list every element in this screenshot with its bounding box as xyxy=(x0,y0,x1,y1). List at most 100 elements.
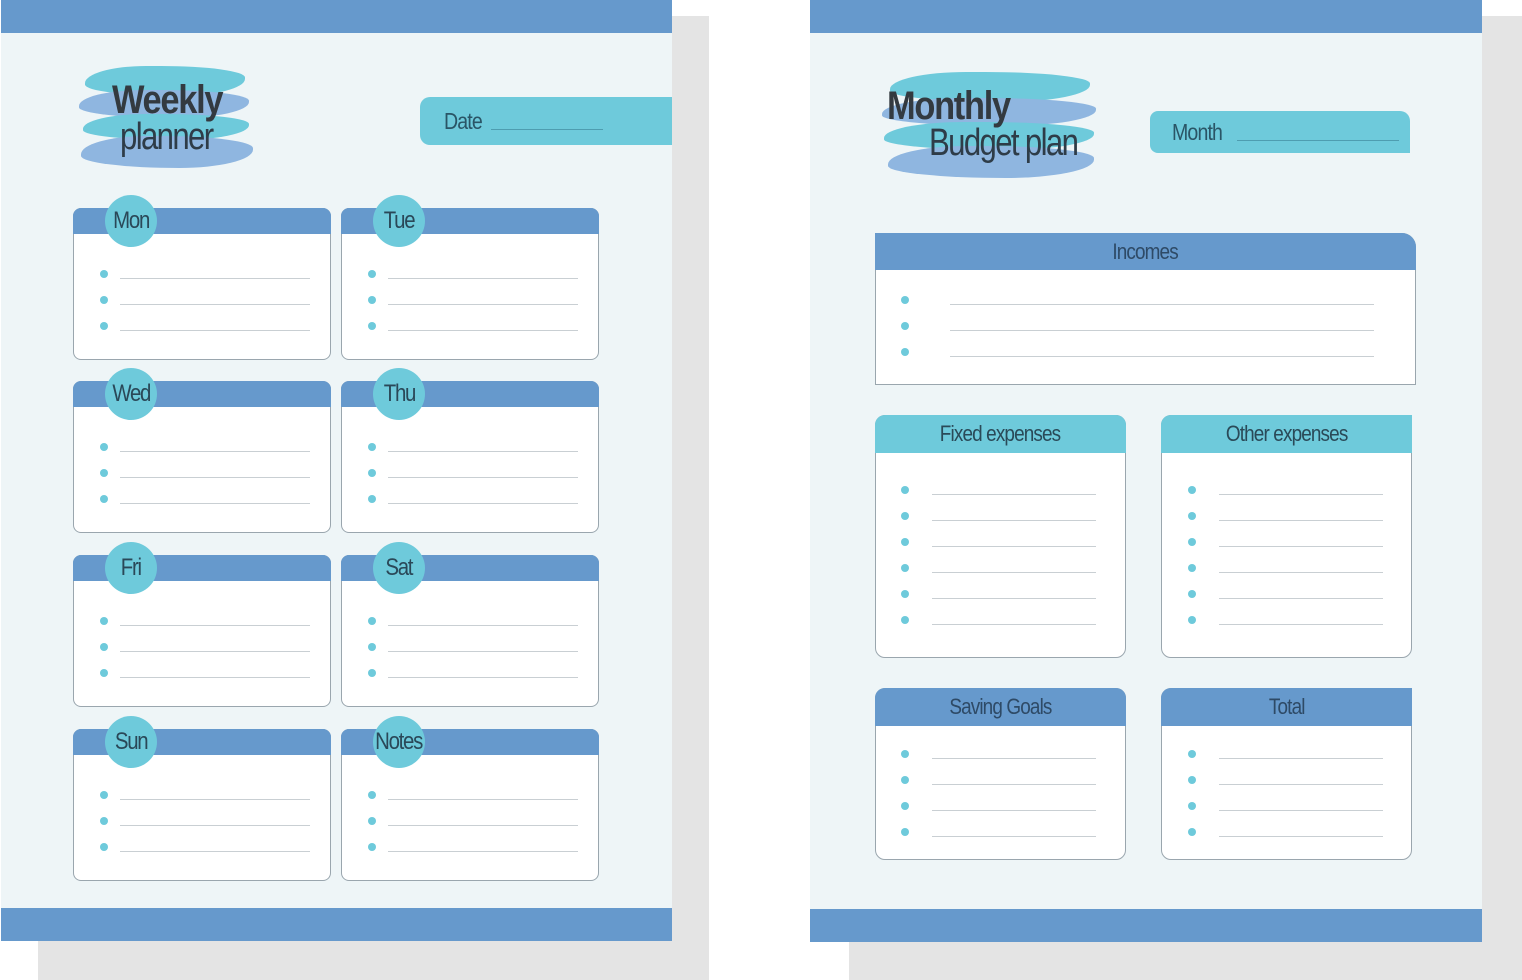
entry-line[interactable] xyxy=(932,546,1096,547)
entry-lines xyxy=(876,416,1125,657)
entry-line[interactable] xyxy=(1219,758,1383,759)
entry-line[interactable] xyxy=(1219,810,1383,811)
bullet-dot xyxy=(1188,564,1196,572)
entry-line[interactable] xyxy=(932,520,1096,521)
day-card-notes: Notes xyxy=(341,716,599,881)
entry-line[interactable] xyxy=(932,810,1096,811)
entry-lines xyxy=(342,730,598,880)
bullet-dot xyxy=(100,495,108,503)
entry-line[interactable] xyxy=(950,356,1374,357)
entry-lines xyxy=(1162,416,1411,657)
entry-line[interactable] xyxy=(932,758,1096,759)
entry-line[interactable] xyxy=(950,330,1374,331)
entry-lines xyxy=(342,382,598,532)
top-band xyxy=(1,0,672,33)
bullet-dot xyxy=(368,643,376,651)
bullet-dot xyxy=(100,669,108,677)
bullet-dot xyxy=(100,270,108,278)
entry-lines xyxy=(1162,689,1411,859)
entry-line[interactable] xyxy=(388,825,578,826)
entry-line[interactable] xyxy=(932,836,1096,837)
bullet-dot xyxy=(901,776,909,784)
budget-title: Monthly Budget plan xyxy=(887,86,1110,162)
date-field[interactable]: Date xyxy=(420,97,672,145)
bullet-dot xyxy=(1188,512,1196,520)
entry-line[interactable] xyxy=(950,304,1374,305)
entry-line[interactable] xyxy=(120,799,310,800)
bullet-dot xyxy=(901,538,909,546)
month-field[interactable]: Month xyxy=(1150,111,1410,153)
bullet-dot xyxy=(100,791,108,799)
budget-plan-page: Monthly Budget plan Month Incomes Fixed e… xyxy=(810,0,1482,942)
bullet-dot xyxy=(901,322,909,330)
bullet-dot xyxy=(368,791,376,799)
entry-line[interactable] xyxy=(120,851,310,852)
entry-line[interactable] xyxy=(388,503,578,504)
title-bold: Weekly xyxy=(112,78,223,122)
entry-lines xyxy=(876,234,1415,384)
bullet-dot xyxy=(368,669,376,677)
bullet-dot xyxy=(1188,486,1196,494)
entry-line[interactable] xyxy=(932,784,1096,785)
bullet-dot xyxy=(1188,828,1196,836)
month-label: Month xyxy=(1172,118,1223,145)
entry-line[interactable] xyxy=(120,304,310,305)
entry-line[interactable] xyxy=(388,451,578,452)
entry-line[interactable] xyxy=(1219,494,1383,495)
entry-line[interactable] xyxy=(1219,836,1383,837)
entry-line[interactable] xyxy=(1219,598,1383,599)
entry-lines xyxy=(74,209,330,359)
entry-line[interactable] xyxy=(388,799,578,800)
entry-line[interactable] xyxy=(932,572,1096,573)
bullet-dot xyxy=(1188,776,1196,784)
entry-line[interactable] xyxy=(1219,546,1383,547)
entry-lines xyxy=(342,209,598,359)
entry-line[interactable] xyxy=(388,851,578,852)
entry-line[interactable] xyxy=(388,625,578,626)
bullet-dot xyxy=(368,270,376,278)
entry-line[interactable] xyxy=(388,278,578,279)
entry-line[interactable] xyxy=(120,677,310,678)
entry-line[interactable] xyxy=(120,330,310,331)
bullet-dot xyxy=(368,443,376,451)
entry-line[interactable] xyxy=(120,451,310,452)
bottom-band xyxy=(810,909,1482,942)
entry-line[interactable] xyxy=(1219,572,1383,573)
entry-line[interactable] xyxy=(932,494,1096,495)
entry-line[interactable] xyxy=(932,624,1096,625)
entry-line[interactable] xyxy=(120,477,310,478)
incomes-section: Incomes xyxy=(875,233,1416,385)
entry-line[interactable] xyxy=(120,625,310,626)
entry-lines xyxy=(74,382,330,532)
bullet-dot xyxy=(100,617,108,625)
saving-section: Saving Goals xyxy=(875,688,1126,860)
title-light: planner xyxy=(120,116,214,158)
bullet-dot xyxy=(1188,538,1196,546)
entry-line[interactable] xyxy=(1219,784,1383,785)
title-light: Budget plan xyxy=(929,122,1079,164)
bullet-dot xyxy=(1188,616,1196,624)
entry-line[interactable] xyxy=(388,304,578,305)
entry-line[interactable] xyxy=(120,825,310,826)
entry-line[interactable] xyxy=(1219,520,1383,521)
entry-line[interactable] xyxy=(388,651,578,652)
entry-line[interactable] xyxy=(388,477,578,478)
bullet-dot xyxy=(368,495,376,503)
bullet-dot xyxy=(901,590,909,598)
entry-lines xyxy=(876,689,1125,859)
entry-line[interactable] xyxy=(120,651,310,652)
entry-line[interactable] xyxy=(1219,624,1383,625)
entry-line[interactable] xyxy=(120,503,310,504)
entry-line[interactable] xyxy=(120,278,310,279)
day-card-wed: Wed xyxy=(73,368,331,533)
bullet-dot xyxy=(100,443,108,451)
entry-lines xyxy=(74,730,330,880)
day-card-thu: Thu xyxy=(341,368,599,533)
entry-line[interactable] xyxy=(388,677,578,678)
day-card-sat: Sat xyxy=(341,542,599,707)
bullet-dot xyxy=(368,817,376,825)
weekly-title: Weekly planner xyxy=(112,80,240,156)
bullet-dot xyxy=(368,843,376,851)
entry-line[interactable] xyxy=(388,330,578,331)
entry-line[interactable] xyxy=(932,598,1096,599)
